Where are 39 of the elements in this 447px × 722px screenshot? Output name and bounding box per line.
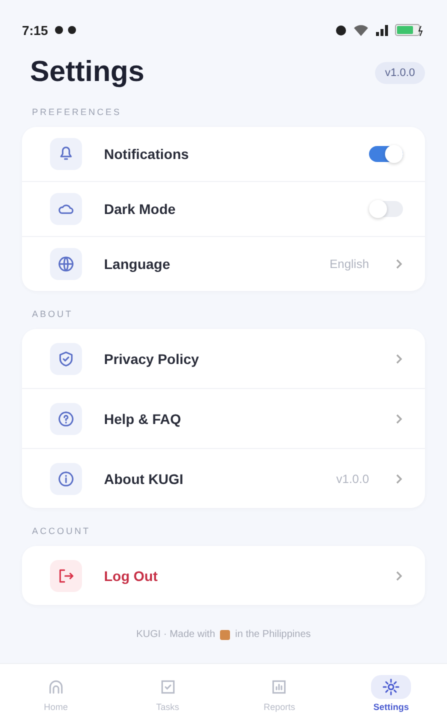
version-badge: v1.0.0 <box>375 62 425 84</box>
signal-icon <box>375 24 389 36</box>
settings-row[interactable]: Privacy Policy <box>22 329 425 389</box>
footer-text: in the Philippines <box>235 629 311 640</box>
settings-row[interactable]: Help & FAQ <box>22 389 425 449</box>
row-label: Log Out <box>104 568 158 584</box>
battery-icon <box>395 24 425 36</box>
chevron-icon <box>395 258 403 270</box>
settings-row[interactable]: About KUGI v1.0.0 <box>22 449 425 508</box>
footer-text: KUGI · Made with <box>136 629 216 640</box>
toggle-switch[interactable] <box>369 146 403 162</box>
nav-tab[interactable]: Settings <box>335 664 447 722</box>
row-label: Language <box>104 256 170 272</box>
page-title: Settings <box>30 56 146 89</box>
globe-icon <box>56 254 76 274</box>
wifi-icon <box>353 24 369 36</box>
settings-row[interactable]: Notifications <box>22 127 425 182</box>
section-heading: ABOUT <box>31 308 74 321</box>
settings-row[interactable]: Log Out <box>22 546 425 605</box>
row-label: Help & FAQ <box>104 410 182 426</box>
info-icon <box>56 468 76 488</box>
row-label: Notifications <box>104 146 189 162</box>
row-label: Dark Mode <box>104 201 176 217</box>
chevron-icon <box>395 412 403 424</box>
section-heading: ACCOUNT <box>31 525 92 538</box>
chevron-icon <box>395 472 403 484</box>
help-icon <box>56 408 76 428</box>
toggle-switch[interactable] <box>369 201 403 217</box>
status-time: 7:15 <box>22 22 48 38</box>
chevron-icon <box>395 570 403 582</box>
row-value: English <box>330 257 369 271</box>
row-label: Privacy Policy <box>104 350 199 366</box>
row-value: v1.0.0 <box>336 472 369 486</box>
section-heading: PREFERENCES <box>31 106 123 119</box>
settings-icon <box>381 676 402 696</box>
settings-row[interactable]: Dark Mode <box>22 182 425 237</box>
row-label: About KUGI <box>104 470 184 486</box>
settings-row[interactable]: Language English <box>22 237 425 291</box>
chevron-icon <box>395 352 403 364</box>
